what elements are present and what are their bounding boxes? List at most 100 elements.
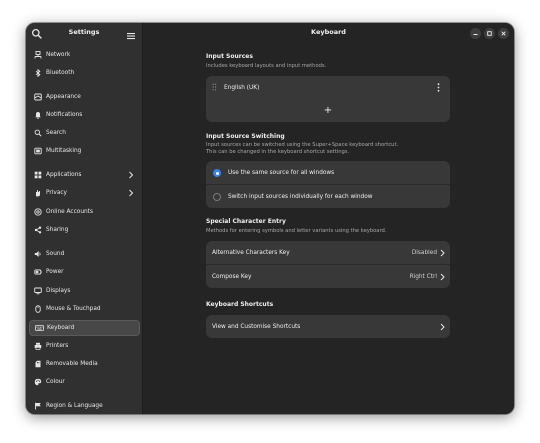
printer-icon [29, 342, 45, 350]
add-input-source-button[interactable]: + [206, 99, 450, 122]
chevron-right-icon [440, 323, 445, 333]
keyboard-icon [30, 324, 46, 332]
share-icon [29, 226, 45, 234]
sidebar-item-label: Privacy [46, 190, 67, 196]
sidebar-item-colour[interactable]: Colour [29, 374, 140, 390]
sidebar-item-label: Network [46, 52, 71, 58]
sidebar-item-label: Power [46, 269, 64, 275]
content-header: Keyboard [143, 23, 514, 44]
view-customise-shortcuts-row[interactable]: View and Customise Shortcuts [206, 315, 450, 338]
maximize-button[interactable] [484, 28, 495, 39]
bell-icon [29, 111, 45, 119]
mouse-icon [29, 305, 45, 313]
sidebar-item-label: Sound [46, 251, 65, 257]
sidebar-item-label: Applications [46, 172, 82, 178]
keyboard-shortcuts-title: Keyboard Shortcuts [206, 301, 274, 308]
input-sources-card: English (UK) + [206, 76, 450, 122]
chevron-right-icon [128, 189, 134, 199]
maximize-icon [487, 31, 492, 36]
sidebar-item-appearance[interactable]: Appearance [29, 89, 140, 105]
sidebar-item-search[interactable]: Search [29, 125, 140, 141]
sidebar-item-region-language[interactable]: Region & Language [29, 398, 140, 414]
input-source-row[interactable]: English (UK) [206, 76, 450, 99]
radio-button-unselected[interactable] [213, 193, 221, 201]
alternative-characters-key-value: Disabled [411, 249, 437, 256]
sidebar-item-label: Colour [46, 379, 65, 385]
network-icon [29, 51, 45, 59]
alternative-characters-key-label: Alternative Characters Key [212, 249, 290, 256]
sidebar-item-applications[interactable]: Applications [29, 167, 140, 183]
switching-subtitle-1: Input sources can be switched using the … [206, 142, 399, 148]
sidebar: Settings Network Bluetooth Appearance No… [26, 23, 143, 414]
special-chars-title: Special Character Entry [206, 218, 286, 225]
view-customise-shortcuts-label: View and Customise Shortcuts [212, 323, 301, 330]
input-sources-title: Input Sources [206, 53, 253, 60]
input-sources-subtitle: Includes keyboard layouts and input meth… [206, 63, 327, 69]
content-pane: Keyboard Input Sources Includes keyboard… [143, 23, 514, 414]
colour-icon [29, 378, 45, 386]
sidebar-item-label: Region & Language [46, 403, 103, 409]
sidebar-item-power[interactable]: Power [29, 264, 140, 280]
close-button[interactable] [498, 28, 509, 39]
minimize-button[interactable] [470, 28, 481, 39]
drag-handle-icon[interactable] [212, 83, 217, 93]
compose-key-row[interactable]: Compose Key Right Ctrl [206, 265, 450, 288]
close-icon [501, 31, 506, 36]
flag-icon [29, 402, 45, 410]
radio-same-source[interactable]: Use the same source for all windows [206, 161, 450, 184]
more-options-icon[interactable] [437, 83, 440, 94]
sidebar-item-label: Keyboard [47, 325, 75, 331]
sidebar-item-displays[interactable]: Displays [29, 283, 140, 299]
sidebar-item-label: Online Accounts [46, 209, 93, 215]
sidebar-item-mouse-touchpad[interactable]: Mouse & Touchpad [29, 301, 140, 317]
minimize-icon [473, 34, 478, 35]
switching-title: Input Source Switching [206, 133, 285, 140]
sidebar-item-online-accounts[interactable]: Online Accounts [29, 204, 140, 220]
radio-same-label: Use the same source for all windows [228, 169, 335, 176]
multitasking-icon [29, 147, 45, 155]
sidebar-item-multitasking[interactable]: Multitasking [29, 143, 140, 159]
hamburger-menu-icon[interactable] [125, 27, 137, 40]
sidebar-item-removable-media[interactable]: Removable Media [29, 356, 140, 372]
sidebar-item-notifications[interactable]: Notifications [29, 107, 140, 123]
sidebar-item-label: Multitasking [46, 148, 82, 154]
sidebar-item-label: Removable Media [46, 361, 98, 367]
alternative-characters-key-row[interactable]: Alternative Characters Key Disabled [206, 241, 450, 264]
sidebar-item-label: Bluetooth [46, 70, 75, 76]
settings-window: Settings Network Bluetooth Appearance No… [26, 23, 514, 414]
chevron-right-icon [440, 249, 445, 259]
switching-subtitle-2: This can be changed in the keyboard shor… [206, 149, 350, 155]
chevron-right-icon [128, 171, 134, 181]
sidebar-item-sharing[interactable]: Sharing [29, 222, 140, 238]
search-icon [29, 129, 45, 137]
applications-icon [29, 171, 45, 179]
special-chars-card: Alternative Characters Key Disabled Comp… [206, 241, 450, 288]
hand-icon [29, 189, 45, 197]
radio-individual-label: Switch input sources individually for ea… [228, 193, 373, 200]
compose-key-value: Right Ctrl [409, 273, 437, 280]
radio-individual-source[interactable]: Switch input sources individually for ea… [206, 185, 450, 208]
sidebar-item-sound[interactable]: Sound [29, 246, 140, 262]
shortcuts-card: View and Customise Shortcuts [206, 315, 450, 338]
sidebar-item-printers[interactable]: Printers [29, 338, 140, 354]
switching-card: Use the same source for all windows Swit… [206, 161, 450, 208]
display-icon [29, 287, 45, 295]
compose-key-label: Compose Key [212, 273, 252, 280]
sidebar-header: Settings [26, 23, 142, 44]
sidebar-item-label: Search [46, 130, 66, 136]
special-chars-subtitle: Methods for entering symbols and letter … [206, 228, 387, 234]
appearance-icon [29, 93, 45, 101]
media-icon [29, 360, 45, 368]
sidebar-item-label: Sharing [46, 227, 69, 233]
sidebar-item-label: Printers [46, 343, 69, 349]
sidebar-item-label: Appearance [46, 94, 81, 100]
add-icon: + [323, 104, 333, 116]
radio-button-selected[interactable] [213, 169, 221, 177]
sidebar-item-privacy[interactable]: Privacy [29, 185, 140, 201]
sidebar-item-bluetooth[interactable]: Bluetooth [29, 65, 140, 81]
sidebar-item-label: Mouse & Touchpad [46, 306, 101, 312]
sidebar-item-network[interactable]: Network [29, 47, 140, 63]
at-icon [29, 208, 45, 216]
sidebar-item-label: Displays [46, 288, 71, 294]
sidebar-item-keyboard[interactable]: Keyboard [29, 320, 140, 336]
